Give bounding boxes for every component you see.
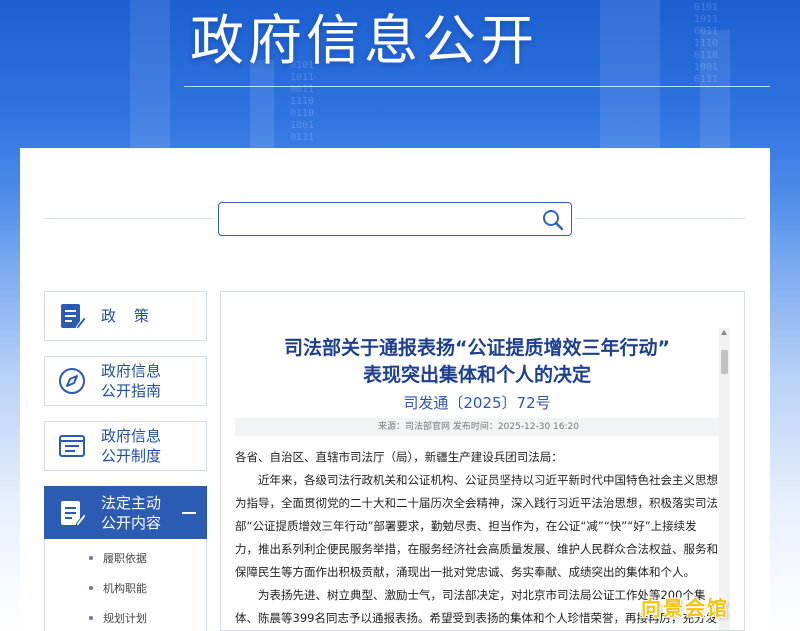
search-icon	[543, 210, 564, 231]
article-title: 司法部关于通报表扬“公证提质增效三年行动” 表现突出集体和个人的决定	[235, 335, 719, 389]
bullet-icon	[89, 586, 93, 590]
document-number: 司发通〔2025〕72号	[403, 394, 551, 412]
submenu-item-label: 履职依据	[103, 552, 147, 565]
search-divider-right	[575, 218, 745, 219]
sidebar-item-disclosure-guide[interactable]: 政府信息公开指南	[44, 356, 207, 406]
sidebar-item-label: 政府信息公开制度	[101, 427, 162, 465]
sidebar-item-label: 政府信息公开指南	[101, 362, 162, 400]
main-panel: 政策 政府信息公开指南 政府信息公开制度 法定主动公开内容 履职依据 机构职能 …	[20, 148, 770, 631]
scroll-up-arrow-icon[interactable]	[721, 330, 727, 335]
search-button[interactable]	[541, 208, 565, 232]
sidebar-item-label: 政策	[101, 307, 168, 325]
sidebar-item-disclosure-system[interactable]: 政府信息公开制度	[44, 421, 207, 471]
submenu-item-label: 机构职能	[103, 582, 147, 595]
submenu-item-label: 规划计划	[103, 612, 147, 625]
list-window-icon	[59, 435, 85, 457]
bullet-icon	[89, 556, 93, 560]
sidebar-item-label: 法定主动公开内容	[101, 493, 162, 532]
submenu-item[interactable]: 规划计划	[45, 603, 206, 631]
compass-icon	[59, 368, 85, 394]
submenu-item[interactable]: 机构职能	[45, 573, 206, 603]
article-salutation: 各省、自治区、直辖市司法厅（局），新疆生产建设兵团司法局：	[235, 450, 563, 464]
scroll-thumb[interactable]	[721, 350, 728, 374]
search-bar	[218, 202, 572, 236]
document-edit-icon	[61, 304, 87, 330]
page-title: 政府信息公开	[190, 9, 538, 72]
content-pane: 司法部关于通报表扬“公证提质增效三年行动” 表现突出集体和个人的决定 司发通〔2…	[220, 291, 745, 631]
watermark-logo: 向景会馆	[641, 596, 729, 620]
document-edit-icon	[61, 500, 87, 527]
banner-decor-bar	[130, 0, 170, 150]
search-divider-left	[44, 218, 214, 219]
sidebar: 政策 政府信息公开指南 政府信息公开制度 法定主动公开内容 履职依据 机构职能 …	[44, 291, 207, 631]
sidebar-item-policy[interactable]: 政策	[44, 291, 207, 341]
search-input[interactable]	[227, 207, 527, 231]
article-title-line: 司法部关于通报表扬“公证提质增效三年行动”	[284, 337, 670, 359]
article-paragraph: 近年来，各级司法行政机关和公证机构、公证员坚持以习近平新时代中国特色社会主义思想…	[235, 473, 718, 579]
sidebar-submenu: 履职依据 机构职能 规划计划	[44, 539, 207, 631]
submenu-item[interactable]: 履职依据	[45, 543, 206, 573]
collapse-icon[interactable]	[182, 512, 196, 514]
title-underline	[184, 86, 770, 87]
article: 司法部关于通报表扬“公证提质增效三年行动” 表现突出集体和个人的决定 司发通〔2…	[235, 328, 719, 630]
bullet-icon	[89, 616, 93, 620]
article-title-line: 表现突出集体和个人的决定	[362, 364, 591, 386]
sidebar-item-statutory-content[interactable]: 法定主动公开内容	[44, 486, 207, 539]
article-scrollbar[interactable]	[719, 328, 730, 630]
article-meta: 来源：司法部官网 发布时间：2025-12-30 16:20	[235, 418, 719, 436]
